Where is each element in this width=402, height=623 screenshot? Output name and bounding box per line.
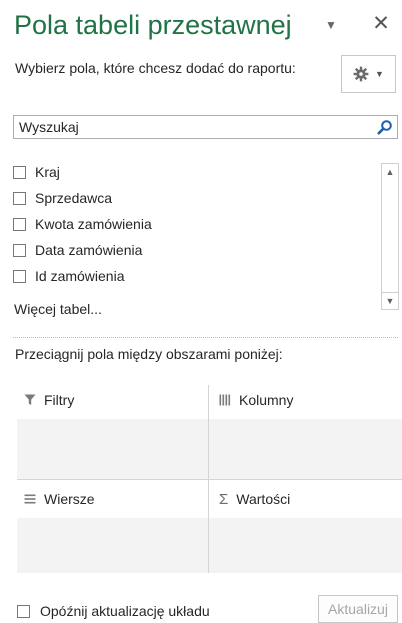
area-filters[interactable]: Filtry <box>17 389 208 479</box>
area-label: Kolumny <box>239 392 294 408</box>
scroll-up-button[interactable]: ▲ <box>382 164 398 180</box>
close-pane-button[interactable]: ✕ <box>370 11 392 35</box>
field-item-data-zamowienia[interactable]: Data zamówienia <box>13 239 373 261</box>
drop-zone[interactable] <box>17 419 208 479</box>
drop-zone[interactable] <box>209 419 402 479</box>
update-button[interactable]: Aktualizuj <box>318 595 398 623</box>
search-input[interactable] <box>14 116 369 138</box>
chevron-up-icon: ▲ <box>385 167 395 177</box>
defer-update-label: Opóźnij aktualizację układu <box>40 603 210 619</box>
area-header: Kolumny <box>219 389 293 411</box>
field-checkbox[interactable] <box>13 269 26 283</box>
pane-title: Pola tabeli przestawnej <box>14 10 292 40</box>
scroll-down-button[interactable]: ▼ <box>382 292 398 309</box>
drop-zone[interactable] <box>209 518 402 573</box>
area-header: Filtry <box>24 389 74 411</box>
area-values[interactable]: Σ Wartości <box>209 488 402 573</box>
filter-icon <box>24 394 36 405</box>
chevron-down-icon: ▼ <box>325 18 337 32</box>
section-divider <box>13 337 398 338</box>
tools-button[interactable]: ▼ <box>341 55 396 93</box>
field-label: Data zamówienia <box>35 242 143 258</box>
columns-icon <box>219 394 231 406</box>
area-label: Filtry <box>44 392 75 408</box>
area-header: Σ Wartości <box>219 488 290 510</box>
area-label: Wartości <box>236 491 291 507</box>
drop-zone[interactable] <box>17 518 208 573</box>
field-checkbox[interactable] <box>13 243 26 257</box>
field-item-kwota-zamowienia[interactable]: Kwota zamówienia <box>13 213 373 235</box>
area-divider-horizontal <box>209 479 402 480</box>
field-item-id-zamowienia[interactable]: Id zamówienia <box>13 265 373 287</box>
chevron-down-icon: ▼ <box>385 296 395 306</box>
field-list-scrollbar[interactable]: ▲ ▼ <box>381 163 399 310</box>
defer-update-checkbox[interactable]: Opóźnij aktualizację układu <box>17 603 210 619</box>
field-label: Id zamówienia <box>35 268 125 284</box>
field-checkbox[interactable] <box>13 191 26 205</box>
drag-instruction: Przeciągnij pola między obszarami poniże… <box>15 346 283 362</box>
close-icon: ✕ <box>372 11 390 35</box>
field-checkbox[interactable] <box>13 165 26 179</box>
field-label: Sprzedawca <box>35 190 113 206</box>
area-header: Wiersze <box>24 488 95 510</box>
scroll-track[interactable] <box>384 182 396 291</box>
more-tables-link[interactable]: Więcej tabel... <box>14 301 102 317</box>
field-item-sprzedawca[interactable]: Sprzedawca <box>13 187 373 209</box>
gear-icon <box>353 66 369 82</box>
field-checkbox[interactable] <box>13 217 26 231</box>
pane-subtitle: Wybierz pola, które chcesz dodać do rapo… <box>15 60 296 76</box>
area-label: Wiersze <box>44 491 95 507</box>
area-rows[interactable]: Wiersze <box>17 488 208 573</box>
field-list: Kraj Sprzedawca Kwota zamówienia Data za… <box>13 160 398 318</box>
search-box <box>13 115 398 139</box>
field-label: Kraj <box>35 164 60 180</box>
rows-icon <box>24 494 36 504</box>
search-icon[interactable] <box>377 119 393 135</box>
field-item-kraj[interactable]: Kraj <box>13 161 373 183</box>
sigma-icon: Σ <box>219 490 229 508</box>
chevron-down-icon: ▼ <box>375 69 384 79</box>
pane-options-button[interactable]: ▼ <box>322 16 340 34</box>
area-divider-horizontal <box>17 479 209 480</box>
area-columns[interactable]: Kolumny <box>209 389 402 479</box>
field-label: Kwota zamówienia <box>35 216 152 232</box>
defer-checkbox-box[interactable] <box>17 604 30 618</box>
